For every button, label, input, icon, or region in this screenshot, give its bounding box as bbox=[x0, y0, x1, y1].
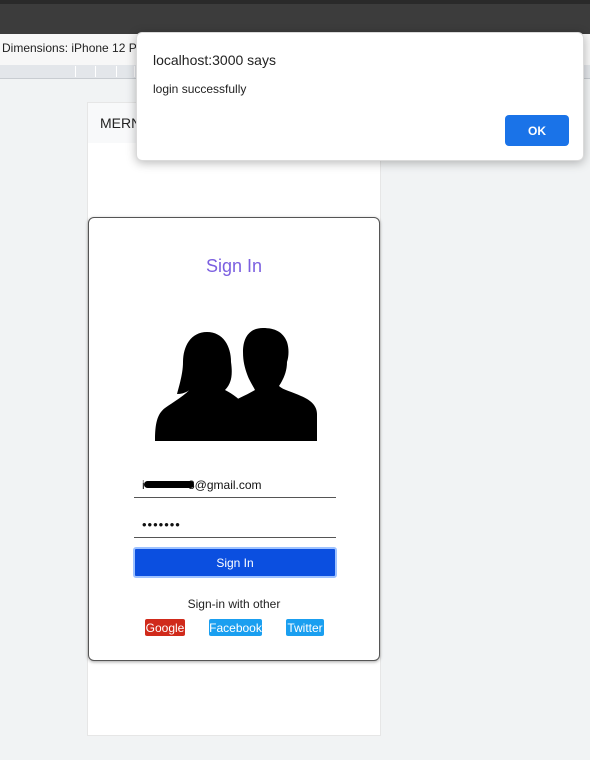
browser-top-bar bbox=[0, 0, 590, 34]
twitter-signin-button[interactable]: Twitter bbox=[286, 619, 324, 636]
signin-title: Sign In bbox=[205, 256, 263, 276]
signin-other-label: Sign-in with other bbox=[187, 597, 281, 611]
google-signin-button[interactable]: Google bbox=[145, 619, 185, 636]
ruler-segment bbox=[134, 66, 135, 77]
couple-silhouette-icon bbox=[155, 328, 317, 441]
dialog-ok-button[interactable]: OK bbox=[505, 115, 569, 146]
ruler-segment bbox=[116, 66, 117, 77]
dialog-title: localhost:3000 says bbox=[153, 52, 276, 68]
redaction-mark bbox=[144, 481, 194, 488]
signin-button[interactable]: Sign In bbox=[133, 547, 337, 578]
signin-card: Sign In Sign In Sign-in with other Googl… bbox=[88, 217, 380, 661]
dialog-message: login successfully bbox=[153, 82, 247, 96]
facebook-signin-button[interactable]: Facebook bbox=[209, 619, 262, 636]
ruler-segment bbox=[75, 66, 76, 77]
alert-dialog: localhost:3000 says login successfully O… bbox=[136, 32, 584, 161]
device-dimensions-selector[interactable]: Dimensions: iPhone 12 P bbox=[2, 41, 137, 55]
password-input[interactable] bbox=[134, 512, 336, 538]
ruler-segment bbox=[95, 66, 96, 77]
